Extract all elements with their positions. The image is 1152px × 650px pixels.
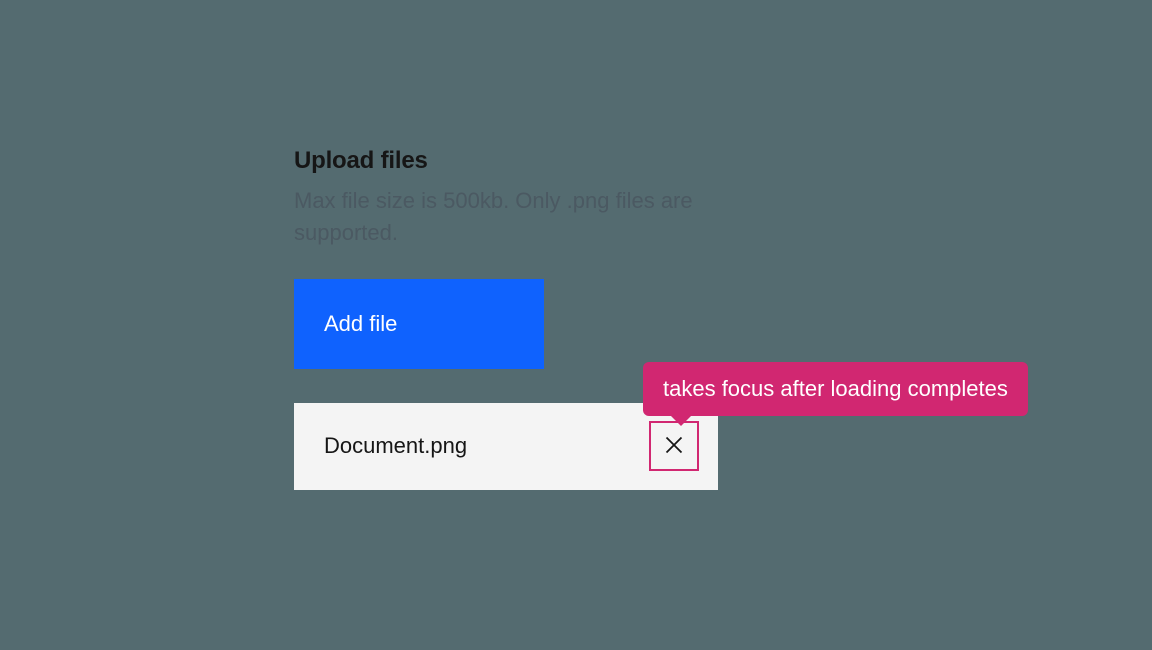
upload-description: Max file size is 500kb. Only .png files …	[294, 185, 694, 249]
upload-title: Upload files	[294, 147, 718, 175]
upload-panel: Upload files Max file size is 500kb. Onl…	[294, 147, 718, 490]
focus-tooltip: takes focus after loading completes	[643, 362, 1028, 416]
tooltip-text: takes focus after loading completes	[663, 376, 1008, 401]
add-file-label: Add file	[324, 311, 397, 337]
file-name: Document.png	[324, 433, 467, 459]
close-icon	[664, 435, 684, 458]
add-file-button[interactable]: Add file	[294, 279, 544, 369]
